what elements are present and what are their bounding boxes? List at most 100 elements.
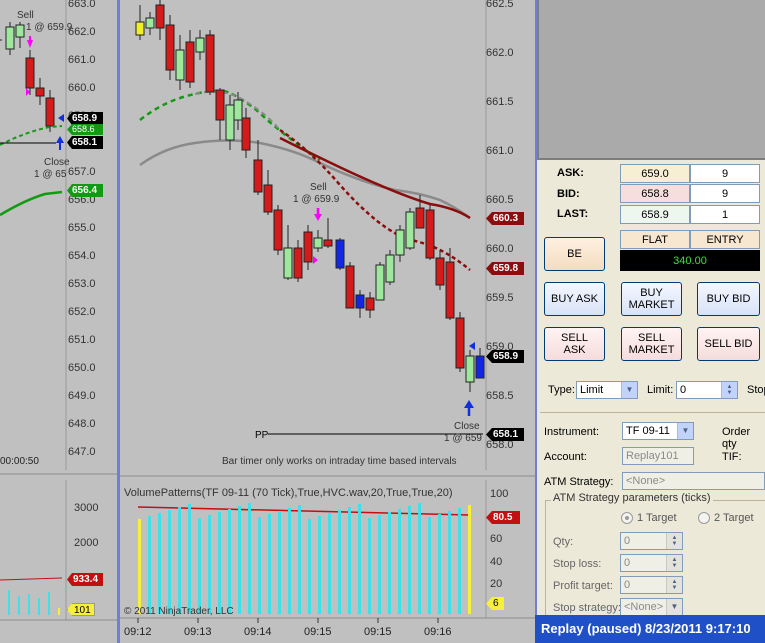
ninjatrader-window: Sell 1 @ 659.9 Close 1 @ 659 00:00:50 66…: [0, 0, 765, 643]
main-price-tick: 662.0: [486, 47, 514, 59]
candle-body: [313, 237, 323, 249]
main-price-tick: 660.5: [486, 194, 514, 206]
candle-body: [283, 247, 293, 279]
panel-top-area: [537, 0, 765, 158]
volume-bar: [388, 512, 391, 614]
stop-strategy-value: <None>: [624, 601, 664, 613]
main-close-label: Close: [454, 421, 480, 432]
volume-bar: [408, 506, 411, 614]
left-price-tick: 650.0: [68, 362, 96, 374]
candle-body: [395, 229, 405, 256]
candle-body: [323, 239, 333, 247]
volume-bar: [198, 518, 201, 614]
main-sell-label: Sell: [310, 182, 327, 193]
spinner-icon[interactable]: ▲ ▼: [666, 533, 682, 549]
left-price-tick: 657.0: [68, 166, 96, 178]
spinner-icon[interactable]: ▲ ▼: [721, 382, 737, 398]
main-close-price: 1 @ 659: [444, 433, 482, 444]
volume-bar: [328, 513, 331, 614]
left-vol-tick-2000: 2000: [74, 537, 99, 549]
sell-market-button[interactable]: SELL MARKET: [621, 327, 682, 361]
sell-bid-button[interactable]: SELL BID: [697, 327, 760, 361]
buy-bid-button[interactable]: BUY BID: [697, 282, 760, 316]
main-chart[interactable]: [120, 0, 535, 643]
volume-bar: [438, 514, 441, 614]
volume-ma-tag: 80.5: [486, 511, 520, 524]
spinner-icon[interactable]: ▲ ▼: [666, 555, 682, 571]
bar-timer-message: Bar timer only works on intraday time ba…: [222, 456, 457, 467]
candle-body: [303, 231, 313, 263]
pp-label: PP: [255, 430, 269, 441]
sell-ask-button[interactable]: SELL ASK: [544, 327, 605, 361]
volume-bar: [368, 518, 371, 614]
stop-strategy-select[interactable]: <None> ▼: [620, 598, 683, 616]
candle-body: [345, 265, 355, 309]
stop-loss-label: Stop loss:: [553, 558, 602, 570]
candle-body: [195, 37, 205, 53]
breakeven-button[interactable]: BE: [544, 237, 605, 271]
candle-body: [415, 207, 425, 229]
profit-target-input[interactable]: 0 ▲ ▼: [620, 576, 683, 594]
candle-body: [273, 209, 283, 251]
left-close-price: 1 @ 659: [34, 169, 67, 180]
volume-bar: [148, 516, 151, 614]
limit-price-input[interactable]: 0 ▲ ▼: [676, 381, 738, 399]
tag-ema-red-2: 659.8: [486, 262, 524, 275]
main-price-tick: 660.0: [486, 243, 514, 255]
left-price-tick: 661.0: [68, 54, 96, 66]
volume-bar: [468, 505, 471, 614]
volume-tick: 60: [490, 533, 503, 545]
buy-ask-button[interactable]: BUY ASK: [544, 282, 605, 316]
candle-body: [335, 239, 345, 269]
instrument-value: TF 09-11: [626, 425, 670, 437]
time-label-4: 09:15: [304, 626, 332, 638]
qty-input[interactable]: 0 ▲ ▼: [620, 532, 683, 550]
volume-bar: [218, 512, 221, 614]
profit-target-label: Profit target:: [553, 580, 613, 592]
one-target-radio[interactable]: [621, 512, 633, 524]
atm-strategy-value: <None>: [626, 475, 666, 487]
order-type-select[interactable]: Limit ▼: [576, 381, 638, 399]
atm-strategy-select[interactable]: <None>: [622, 472, 765, 490]
candle-body: [175, 49, 185, 81]
candle-body: [135, 21, 145, 36]
buy-market-button[interactable]: BUY MARKET: [621, 282, 682, 316]
left-bar-timer: 00:00:50: [0, 456, 39, 467]
atm-params-title: ATM Strategy parameters (ticks): [551, 492, 713, 504]
account-label: Account:: [544, 451, 587, 463]
volume-bar: [398, 509, 401, 614]
account-value: Replay101: [626, 450, 679, 462]
candle-body: [185, 41, 195, 83]
copyright: © 2011 NinjaTrader, LLC: [124, 606, 234, 617]
spinner-icon[interactable]: ▲ ▼: [666, 577, 682, 593]
main-price-tick: 659.5: [486, 292, 514, 304]
position-entry: ENTRY: [690, 230, 760, 249]
volume-bar: [358, 504, 361, 614]
volume-indicator-title: VolumePatterns(TF 09-11 (70 Tick),True,H…: [124, 487, 453, 499]
candle-body: [455, 317, 465, 369]
left-price-axis[interactable]: 663.0662.0661.0660.0659.0658.0657.0656.0…: [68, 0, 112, 470]
candle-body: [465, 355, 475, 383]
bid-label: BID:: [557, 188, 580, 200]
instrument-select[interactable]: TF 09-11 ▼: [622, 422, 694, 440]
main-price-axis[interactable]: 662.5 662.0 661.5 661.0 660.5 660.0 659.5 659.0…: [486, 0, 534, 470]
volume-bar: [288, 508, 291, 614]
time-label-5: 09:15: [364, 626, 392, 638]
volume-bar: [238, 506, 241, 614]
chevron-down-icon: ▼: [621, 382, 637, 398]
left-price-tick: 660.0: [68, 82, 96, 94]
left-sell-label: Sell: [17, 10, 34, 21]
candle-body: [165, 24, 175, 71]
left-price-tick: 663.0: [68, 0, 96, 10]
candle-body: [205, 34, 215, 93]
left-tag-close: 658.1: [67, 136, 103, 149]
two-target-radio[interactable]: [698, 512, 710, 524]
time-label-1: 09:12: [124, 626, 152, 638]
two-target-label: 2 Target: [714, 512, 754, 524]
stop-loss-input[interactable]: 0 ▲ ▼: [620, 554, 683, 572]
left-tag-last: 658.9: [67, 112, 103, 125]
volume-tick: 20: [490, 578, 503, 590]
chevron-down-icon: ▼: [666, 599, 682, 615]
account-select[interactable]: Replay101: [622, 447, 694, 465]
volume-bar: [298, 505, 301, 614]
